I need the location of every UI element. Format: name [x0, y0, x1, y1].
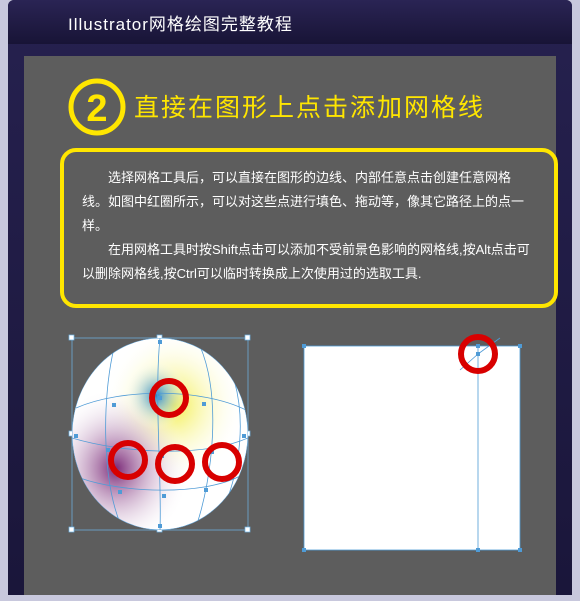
step-number-text: 2 [86, 88, 107, 130]
description-box: 选择网格工具后，可以直接在图形的边线、内部任意点击创建任意网格线。如图中红圈所示… [60, 148, 558, 308]
step-title: 直接在图形上点击添加网格线 [134, 88, 485, 124]
description-paragraph-2: 在用网格工具时按Shift点击可以添加不受前景色影响的网格线,按Alt点击可以删… [82, 238, 536, 286]
titlebar-title: Illustrator网格绘图完整教程 [68, 10, 293, 35]
description-paragraph-1: 选择网格工具后，可以直接在图形的边线、内部任意点击创建任意网格线。如图中红圈所示… [82, 166, 536, 238]
titlebar: Illustrator网格绘图完整教程 [8, 0, 572, 44]
illustration-figures [62, 318, 532, 554]
window: Illustrator网格绘图完整教程 2 直接在图形上点击添加网格线 选择网格… [8, 0, 572, 595]
content-panel: 2 直接在图形上点击添加网格线 选择网格工具后，可以直接在图形的边线、内部任意点… [24, 56, 556, 595]
step-number-badge: 2 [68, 78, 126, 136]
